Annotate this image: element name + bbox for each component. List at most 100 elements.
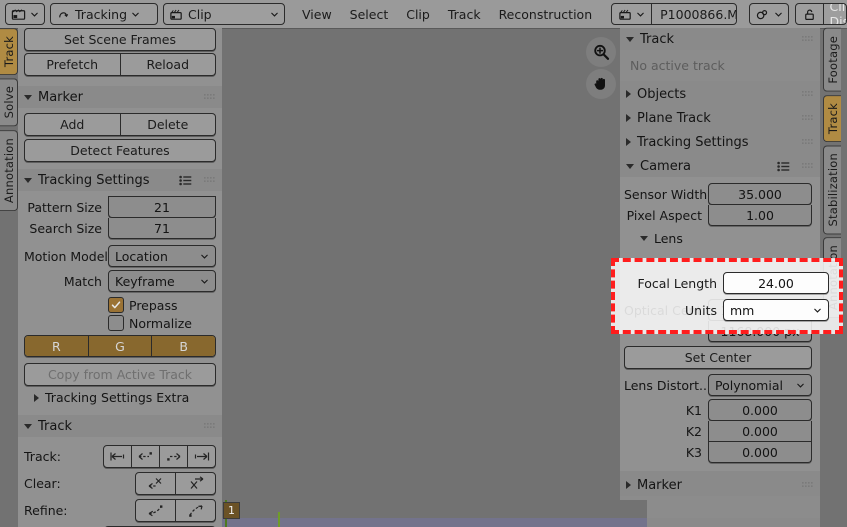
track-panel-body: Track: Clear: Refine: [18, 437, 222, 527]
set-scene-frames-button[interactable]: Set Scene Frames [24, 28, 216, 51]
right-track-panel-header[interactable]: Track [620, 28, 820, 50]
menu-clip[interactable]: Clip [397, 7, 439, 22]
pan-gizmo[interactable] [586, 69, 616, 99]
search-size-label: Search Size [29, 221, 102, 236]
lens-subpanel-header[interactable]: Lens [624, 228, 812, 249]
refine-forwards-icon[interactable] [176, 500, 215, 521]
k1-field[interactable]: 0.000 [708, 399, 812, 421]
prepass-row: Prepass [24, 297, 216, 313]
menu-reconstruction[interactable]: Reconstruction [490, 7, 602, 22]
search-size-field[interactable]: 71 [108, 218, 216, 239]
sensor-width-field[interactable]: 35.000 [708, 183, 812, 205]
drag-grip-icon [204, 94, 215, 99]
motion-model-label: Motion Model [24, 248, 108, 264]
mode-selector[interactable]: Tracking [50, 3, 158, 25]
tracking-settings-panel-header[interactable]: Tracking Settings [18, 169, 222, 191]
camera-panel-header[interactable]: Camera [620, 155, 820, 177]
right-tracking-settings-panel-title: Tracking Settings [637, 134, 749, 150]
chevron-down-icon [271, 12, 278, 17]
clear-after-icon[interactable] [176, 473, 215, 494]
left-tab-annotation[interactable]: Annotation [0, 129, 18, 211]
right-tab-track[interactable]: Track [823, 94, 841, 142]
channel-r-toggle[interactable]: R [25, 336, 89, 356]
menu-view[interactable]: View [293, 7, 341, 22]
hand-icon [594, 77, 605, 90]
tracking-settings-extra-header[interactable]: Tracking Settings Extra [24, 387, 216, 408]
prefetch-button[interactable]: Prefetch [24, 53, 121, 76]
track-forwards-glyph [166, 453, 180, 461]
current-frame-indicator[interactable]: 1 [223, 502, 240, 519]
pivot-point-button[interactable] [748, 3, 789, 25]
track-backwards-glyph [138, 452, 152, 460]
marker-panel-body: Add Delete Detect Features [18, 108, 222, 169]
right-marker-panel-header[interactable]: Marker [620, 474, 820, 496]
clear-after-glyph [190, 476, 203, 489]
clip-name-field[interactable]: P1000866.MP4 [652, 4, 735, 24]
optical-center-y-field[interactable]: 1168.000 px [708, 321, 812, 342]
zoom-gizmo[interactable] [586, 37, 616, 67]
normalize-checkbox[interactable] [108, 315, 124, 331]
prepass-checkbox[interactable] [108, 297, 124, 313]
clip-browse-button[interactable] [612, 4, 653, 24]
optical-center-x-field[interactable]: 1952.000 px [708, 299, 812, 321]
normalize-row: Normalize [24, 315, 216, 331]
match-select[interactable]: Keyframe [108, 270, 216, 292]
right-tracking-settings-panel-header[interactable]: Tracking Settings [620, 131, 820, 153]
track-to-end-icon[interactable] [188, 446, 215, 467]
menu-track[interactable]: Track [439, 7, 490, 22]
left-tab-solve[interactable]: Solve [0, 78, 18, 127]
track-to-start-icon[interactable] [104, 446, 132, 467]
detect-features-button[interactable]: Detect Features [24, 139, 216, 162]
objects-panel-header[interactable]: Objects [620, 83, 820, 105]
k2-label: K2 [685, 424, 702, 439]
motion-model-select[interactable]: Location [108, 245, 216, 267]
datablock-type-selector[interactable]: Clip [163, 3, 285, 25]
lock-to-selection-button[interactable] [796, 4, 824, 24]
refine-backwards-icon[interactable] [136, 500, 176, 521]
plane-track-panel-header[interactable]: Plane Track [620, 107, 820, 129]
add-marker-button[interactable]: Add [24, 113, 121, 136]
drag-grip-icon [802, 482, 813, 487]
editor-header: Tracking Clip View Select Clip Track Rec… [0, 0, 847, 29]
pixel-aspect-field[interactable]: 1.00 [708, 205, 812, 226]
tracking-mode-icon [59, 11, 69, 17]
collapse-triangle-icon [34, 393, 39, 402]
marker-panel-title: Marker [38, 89, 83, 105]
proportional-edit-icon [756, 9, 767, 19]
delete-marker-button[interactable]: Delete [120, 113, 216, 136]
lens-distortion-select[interactable]: Polynomial [708, 374, 812, 396]
right-tab-annotation[interactable]: Annotation [823, 237, 841, 319]
clip-datablock-group: P1000866.MP4 [611, 3, 737, 25]
right-tab-footage[interactable]: Footage [823, 28, 841, 92]
clip-icon [170, 9, 182, 20]
track-backwards-icon[interactable] [132, 446, 160, 467]
k3-field[interactable]: 0.000 [708, 442, 812, 463]
channel-b-toggle[interactable]: B [152, 336, 215, 356]
left-tab-track[interactable]: Track [0, 28, 18, 76]
drag-grip-icon [802, 115, 813, 120]
clip-display-popover[interactable]: Clip Displa [824, 4, 846, 24]
clear-before-icon[interactable] [136, 473, 176, 494]
chevron-down-icon [201, 279, 208, 284]
right-tab-strip: Footage Track Stabilization Annotation [820, 28, 847, 319]
set-center-button[interactable]: Set Center [624, 346, 812, 369]
track-panel-header[interactable]: Track [18, 415, 222, 437]
k2-field[interactable]: 0.000 [708, 421, 812, 442]
track-forwards-icon[interactable] [160, 446, 188, 467]
timeline-strip[interactable]: 1 [222, 500, 647, 527]
right-tab-stabilization[interactable]: Stabilization [823, 144, 841, 235]
marker-panel-header[interactable]: Marker [18, 86, 222, 108]
normalize-label: Normalize [129, 315, 192, 331]
chevron-down-icon [31, 12, 38, 17]
tracking-settings-panel-title: Tracking Settings [38, 172, 150, 188]
editor-type-button[interactable] [5, 3, 45, 25]
channel-g-toggle[interactable]: G [88, 336, 153, 356]
copy-from-active-track-button[interactable]: Copy from Active Track [24, 363, 216, 386]
left-toolbar-panel: Set Scene Frames Prefetch Reload Marker … [18, 28, 222, 527]
clear-before-glyph [148, 478, 161, 489]
refine-forwards-glyph [188, 505, 203, 517]
pattern-size-field[interactable]: 21 [108, 196, 216, 218]
reload-button[interactable]: Reload [120, 53, 216, 76]
menu-select[interactable]: Select [341, 7, 398, 22]
chevron-down-icon [132, 12, 139, 17]
